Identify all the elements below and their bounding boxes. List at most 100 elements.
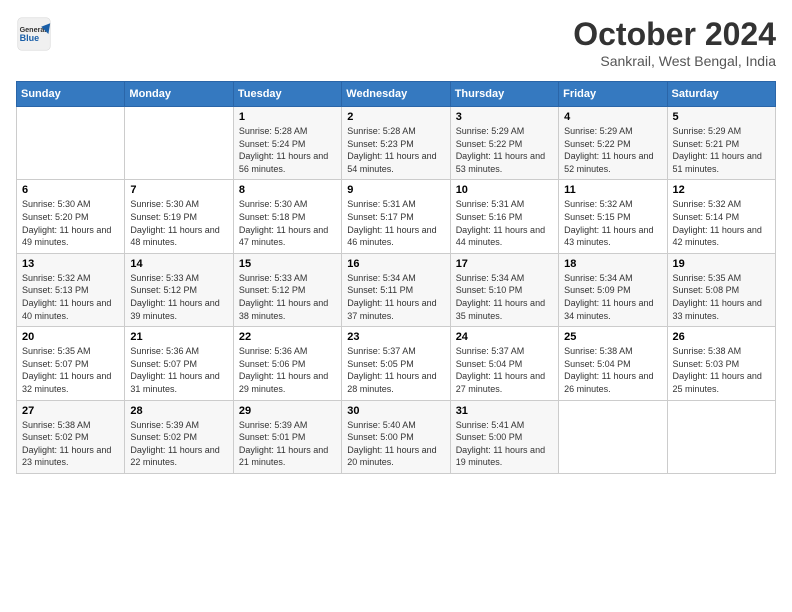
calendar-cell: 23 Sunrise: 5:37 AMSunset: 5:05 PMDayligh… [342,327,450,400]
title-block: October 2024 Sankrail, West Bengal, Indi… [573,16,776,69]
location-subtitle: Sankrail, West Bengal, India [573,53,776,69]
calendar-cell: 9 Sunrise: 5:31 AMSunset: 5:17 PMDaylight… [342,180,450,253]
day-info: Sunrise: 5:31 AMSunset: 5:16 PMDaylight:… [456,198,553,248]
calendar-cell: 22 Sunrise: 5:36 AMSunset: 5:06 PMDayligh… [233,327,341,400]
day-info: Sunrise: 5:37 AMSunset: 5:04 PMDaylight:… [456,345,553,395]
day-number: 15 [239,258,336,270]
day-info: Sunrise: 5:31 AMSunset: 5:17 PMDaylight:… [347,198,444,248]
day-info: Sunrise: 5:36 AMSunset: 5:07 PMDaylight:… [130,345,227,395]
day-number: 23 [347,331,444,343]
day-info: Sunrise: 5:32 AMSunset: 5:13 PMDaylight:… [22,272,119,322]
day-info: Sunrise: 5:30 AMSunset: 5:18 PMDaylight:… [239,198,336,248]
day-info: Sunrise: 5:30 AMSunset: 5:20 PMDaylight:… [22,198,119,248]
day-number: 10 [456,184,553,196]
day-info: Sunrise: 5:34 AMSunset: 5:11 PMDaylight:… [347,272,444,322]
calendar-cell: 3 Sunrise: 5:29 AMSunset: 5:22 PMDaylight… [450,107,558,180]
day-info: Sunrise: 5:37 AMSunset: 5:05 PMDaylight:… [347,345,444,395]
calendar-cell: 24Sunrise: 5:37 AMSunset: 5:04 PMDayligh… [450,327,558,400]
day-number: 30 [347,405,444,417]
weekday-header-sunday: Sunday [17,82,125,107]
calendar-cell: 13Sunrise: 5:32 AMSunset: 5:13 PMDayligh… [17,253,125,326]
weekday-header-saturday: Saturday [667,82,775,107]
day-number: 20 [22,331,119,343]
calendar-cell: 5 Sunrise: 5:29 AMSunset: 5:21 PMDaylight… [667,107,775,180]
logo: General Blue [16,16,56,52]
day-info: Sunrise: 5:28 AMSunset: 5:23 PMDaylight:… [347,125,444,175]
day-number: 12 [673,184,770,196]
calendar-cell: 20 Sunrise: 5:35 AMSunset: 5:07 PMDayligh… [17,327,125,400]
calendar-week-1: 1Sunrise: 5:28 AMSunset: 5:24 PMDaylight… [17,107,776,180]
calendar-cell: 16 Sunrise: 5:34 AMSunset: 5:11 PMDayligh… [342,253,450,326]
calendar-cell: 29 Sunrise: 5:39 AMSunset: 5:01 PMDayligh… [233,400,341,473]
calendar-cell: 31 Sunrise: 5:41 AMSunset: 5:00 PMDayligh… [450,400,558,473]
day-info: Sunrise: 5:38 AMSunset: 5:02 PMDaylight:… [22,419,119,469]
day-number: 14 [130,258,227,270]
calendar-cell: 4Sunrise: 5:29 AMSunset: 5:22 PMDaylight… [559,107,667,180]
calendar-cell [667,400,775,473]
page-header: General Blue October 2024 Sankrail, West… [16,16,776,69]
day-info: Sunrise: 5:33 AMSunset: 5:12 PMDaylight:… [239,272,336,322]
calendar-week-5: 27 Sunrise: 5:38 AMSunset: 5:02 PMDayligh… [17,400,776,473]
calendar-week-3: 13Sunrise: 5:32 AMSunset: 5:13 PMDayligh… [17,253,776,326]
day-number: 21 [130,331,227,343]
calendar-cell: 11Sunrise: 5:32 AMSunset: 5:15 PMDayligh… [559,180,667,253]
day-number: 17 [456,258,553,270]
calendar-cell: 25 Sunrise: 5:38 AMSunset: 5:04 PMDayligh… [559,327,667,400]
calendar-cell: 6 Sunrise: 5:30 AMSunset: 5:20 PMDaylight… [17,180,125,253]
day-info: Sunrise: 5:32 AMSunset: 5:14 PMDaylight:… [673,198,770,248]
calendar-cell [125,107,233,180]
day-info: Sunrise: 5:29 AMSunset: 5:22 PMDaylight:… [564,125,661,175]
day-number: 31 [456,405,553,417]
day-number: 19 [673,258,770,270]
day-info: Sunrise: 5:38 AMSunset: 5:04 PMDaylight:… [564,345,661,395]
calendar-cell: 10 Sunrise: 5:31 AMSunset: 5:16 PMDayligh… [450,180,558,253]
calendar-cell: 8Sunrise: 5:30 AMSunset: 5:18 PMDaylight… [233,180,341,253]
calendar-cell: 21 Sunrise: 5:36 AMSunset: 5:07 PMDayligh… [125,327,233,400]
calendar-cell [17,107,125,180]
day-number: 29 [239,405,336,417]
calendar-week-4: 20 Sunrise: 5:35 AMSunset: 5:07 PMDayligh… [17,327,776,400]
day-number: 22 [239,331,336,343]
day-info: Sunrise: 5:29 AMSunset: 5:21 PMDaylight:… [673,125,770,175]
calendar-cell: 12 Sunrise: 5:32 AMSunset: 5:14 PMDayligh… [667,180,775,253]
calendar-cell: 2Sunrise: 5:28 AMSunset: 5:23 PMDaylight… [342,107,450,180]
weekday-header-wednesday: Wednesday [342,82,450,107]
day-number: 27 [22,405,119,417]
day-info: Sunrise: 5:33 AMSunset: 5:12 PMDaylight:… [130,272,227,322]
calendar-cell: 27 Sunrise: 5:38 AMSunset: 5:02 PMDayligh… [17,400,125,473]
calendar-cell: 1Sunrise: 5:28 AMSunset: 5:24 PMDaylight… [233,107,341,180]
day-info: Sunrise: 5:39 AMSunset: 5:01 PMDaylight:… [239,419,336,469]
calendar-body: 1Sunrise: 5:28 AMSunset: 5:24 PMDaylight… [17,107,776,474]
logo-icon: General Blue [16,16,52,52]
day-number: 5 [673,111,770,123]
day-number: 16 [347,258,444,270]
day-info: Sunrise: 5:29 AMSunset: 5:22 PMDaylight:… [456,125,553,175]
day-info: Sunrise: 5:32 AMSunset: 5:15 PMDaylight:… [564,198,661,248]
day-info: Sunrise: 5:38 AMSunset: 5:03 PMDaylight:… [673,345,770,395]
month-title: October 2024 [573,16,776,53]
day-number: 28 [130,405,227,417]
day-number: 3 [456,111,553,123]
day-info: Sunrise: 5:36 AMSunset: 5:06 PMDaylight:… [239,345,336,395]
calendar-cell [559,400,667,473]
day-info: Sunrise: 5:39 AMSunset: 5:02 PMDaylight:… [130,419,227,469]
calendar-cell: 18 Sunrise: 5:34 AMSunset: 5:09 PMDayligh… [559,253,667,326]
calendar-cell: 15 Sunrise: 5:33 AMSunset: 5:12 PMDayligh… [233,253,341,326]
day-number: 7 [130,184,227,196]
svg-text:Blue: Blue [20,33,40,43]
day-info: Sunrise: 5:30 AMSunset: 5:19 PMDaylight:… [130,198,227,248]
day-info: Sunrise: 5:41 AMSunset: 5:00 PMDaylight:… [456,419,553,469]
day-info: Sunrise: 5:34 AMSunset: 5:09 PMDaylight:… [564,272,661,322]
day-number: 25 [564,331,661,343]
calendar-cell: 17 Sunrise: 5:34 AMSunset: 5:10 PMDayligh… [450,253,558,326]
day-info: Sunrise: 5:34 AMSunset: 5:10 PMDaylight:… [456,272,553,322]
day-number: 6 [22,184,119,196]
weekday-header-friday: Friday [559,82,667,107]
day-info: Sunrise: 5:40 AMSunset: 5:00 PMDaylight:… [347,419,444,469]
weekday-header-monday: Monday [125,82,233,107]
day-info: Sunrise: 5:35 AMSunset: 5:07 PMDaylight:… [22,345,119,395]
day-number: 9 [347,184,444,196]
calendar-cell: 30 Sunrise: 5:40 AMSunset: 5:00 PMDayligh… [342,400,450,473]
day-number: 18 [564,258,661,270]
weekday-header-thursday: Thursday [450,82,558,107]
